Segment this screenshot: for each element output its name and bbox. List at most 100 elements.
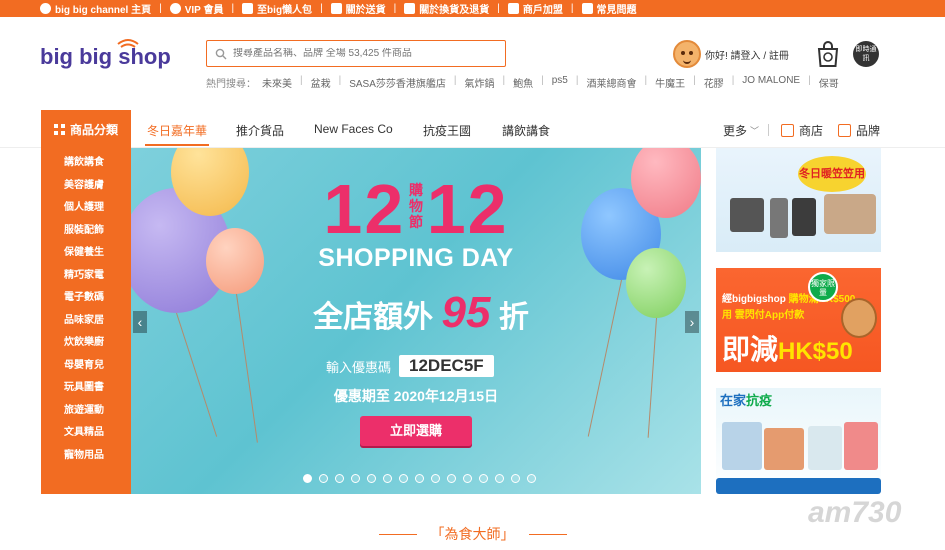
hot-search-bar: 熱門搜尋： 未來美 | 盆栽 | SASA莎莎香港旗艦店 | 氣炸鍋 | 鮑魚 | ps5 | 酒莱總商… [206,75,839,90]
footer-strip [716,478,881,494]
category-item[interactable]: 旅遊運動 [41,400,131,423]
search-box[interactable] [206,40,506,67]
site-logo[interactable]: big big shop [40,34,195,84]
hot-keyword-link[interactable]: SASA莎莎香港旗艦店 [349,75,446,90]
carousel-dot[interactable] [415,474,424,483]
tab-anti-epidemic[interactable]: 抗疫王國 [423,122,471,139]
svg-text:big big shop: big big shop [40,44,171,69]
promo-tile-winter[interactable]: 冬日暖笠笠用品 [716,148,881,252]
login-register-link[interactable]: 你好! 請登入 / 註冊 [705,47,789,62]
balloon-decoration [631,148,701,218]
brands-link[interactable]: 品牌 [838,122,880,139]
topbar-link-guide[interactable]: 至big懶人包 [242,1,312,16]
bbc-icon [40,3,51,14]
gift-icon [242,3,254,14]
category-item[interactable]: 品味家居 [41,310,131,333]
category-sidebar: 講飲講食 美容護膚 個人護理 服裝配飾 保健養生 精巧家電 電子數碼 品味家居 炊飲樂廚 母嬰育兒… [41,148,131,494]
category-item[interactable]: 文具精品 [41,422,131,445]
carousel-dot[interactable] [383,474,392,483]
topbar-link-returns[interactable]: 關於換貨及退貨 [404,1,489,16]
carousel-prev-arrow-icon[interactable]: ‹ [133,311,147,333]
grid-icon [53,123,65,135]
carousel-dot[interactable] [335,474,344,483]
carousel-dot[interactable] [431,474,440,483]
category-item[interactable]: 母嬰育兒 [41,355,131,378]
shop-now-button[interactable]: 立即選購 [360,416,472,446]
tab-winter-carnival[interactable]: 冬日嘉年華 [144,122,210,146]
carousel-dot[interactable] [527,474,536,483]
category-item[interactable]: 個人護理 [41,197,131,220]
hot-keyword-link[interactable]: 保哥 [819,75,839,90]
category-menu-button[interactable]: 商品分類 [41,110,131,148]
category-item[interactable]: 精巧家電 [41,265,131,288]
hot-keyword-link[interactable]: 牛魔王 [655,75,685,90]
topbar-link-faq[interactable]: 常見問題 [581,1,637,16]
monkey-mascot-icon [841,298,877,338]
carousel-dot[interactable] [319,474,328,483]
balloon-decoration [206,228,264,294]
topbar-link-vip[interactable]: VIP 會員 [169,1,223,16]
exclusive-badge: 獨家限量 [808,272,838,302]
carousel-dots [303,474,543,483]
search-icon [215,48,227,59]
carousel-next-arrow-icon[interactable]: › [685,311,699,333]
hot-keyword-link[interactable]: 酒莱總商會 [586,75,636,90]
hot-keyword-link[interactable]: ps5 [552,75,568,90]
live-chat-button[interactable]: 即時通訊 [853,41,879,67]
topbar-link-home[interactable]: big big channel 主頁 [40,1,151,16]
user-login[interactable]: 你好! 請登入 / 註冊 [673,40,789,68]
category-item[interactable]: 美容護膚 [41,175,131,198]
tab-recommended[interactable]: 推介貨品 [236,122,284,139]
hero-banner[interactable]: 12 12 購物節 SHOPPING DAY 全店額外 95 折 輸入優惠碼 1… [131,148,701,494]
category-item[interactable]: 電子數碼 [41,287,131,310]
shopping-bag-icon[interactable] [816,40,840,68]
shops-link[interactable]: 商店 [781,122,823,139]
hot-keyword-link[interactable]: JO MALONE [742,75,800,90]
balloon-decoration [626,248,686,318]
promo-code-value: 12DEC5F [399,355,494,377]
promo-tile-unionpay[interactable]: 經bigbigshop 購物滿HK$500 用 雲閃付App付款 即減HK$50… [716,268,881,372]
tab-food-drink[interactable]: 講飲講食 [502,122,550,139]
hot-keyword-link[interactable]: 盆栽 [311,75,331,90]
category-item[interactable]: 講飲講食 [41,152,131,175]
bigbigshop-logo: big big shop [40,39,171,69]
more-dropdown[interactable]: 更多 ﹀ [723,122,759,139]
carousel-dot[interactable] [367,474,376,483]
topbar-link-delivery[interactable]: 關於送貨 [330,1,386,16]
category-item[interactable]: 玩具圖書 [41,377,131,400]
carousel-dot[interactable] [463,474,472,483]
carousel-dot[interactable] [303,474,312,483]
promo-title: 在家抗疫 [720,393,773,408]
carousel-dot[interactable] [495,474,504,483]
category-item[interactable]: 寵物用品 [41,445,131,468]
promo-date: 優惠期至 2020年12月15日 [333,388,499,404]
hot-search-label: 熱門搜尋： [206,79,256,90]
food-image [808,426,842,470]
hot-keyword-link[interactable]: 氣炸鍋 [465,75,495,90]
banner-discount: 全店額外 95 折 [313,288,529,337]
tab-new-faces[interactable]: New Faces Co [314,122,393,136]
carousel-dot[interactable] [511,474,520,483]
category-item[interactable]: 保健養生 [41,242,131,265]
store-icon [507,3,519,14]
store-icon [781,124,794,137]
search-input[interactable] [233,48,503,59]
promo-tile-home-food[interactable]: 在家抗疫 [716,388,881,494]
promo-line-2: 用 雲閃付App付款 [722,310,805,321]
hot-keyword-link[interactable]: 未來美 [262,75,292,90]
category-item[interactable]: 服裝配飾 [41,220,131,243]
hot-keyword-link[interactable]: 花膠 [704,75,724,90]
carousel-dot[interactable] [479,474,488,483]
carousel-dot[interactable] [351,474,360,483]
hot-keyword-link[interactable]: 鮑魚 [513,75,533,90]
carousel-dot[interactable] [399,474,408,483]
blanket-image [824,194,876,234]
topbar-link-merchant[interactable]: 商戶加盟 [507,1,563,16]
banner-subtitle: SHOPPING DAY [318,244,514,272]
category-item[interactable]: 炊飲樂廚 [41,332,131,355]
truck-icon [330,3,342,14]
top-utility-bar: big big channel 主頁 | VIP 會員 | 至big懶人包 | … [0,0,945,17]
chevron-down-icon: ﹀ [750,126,760,136]
heater-image [730,198,764,232]
carousel-dot[interactable] [447,474,456,483]
